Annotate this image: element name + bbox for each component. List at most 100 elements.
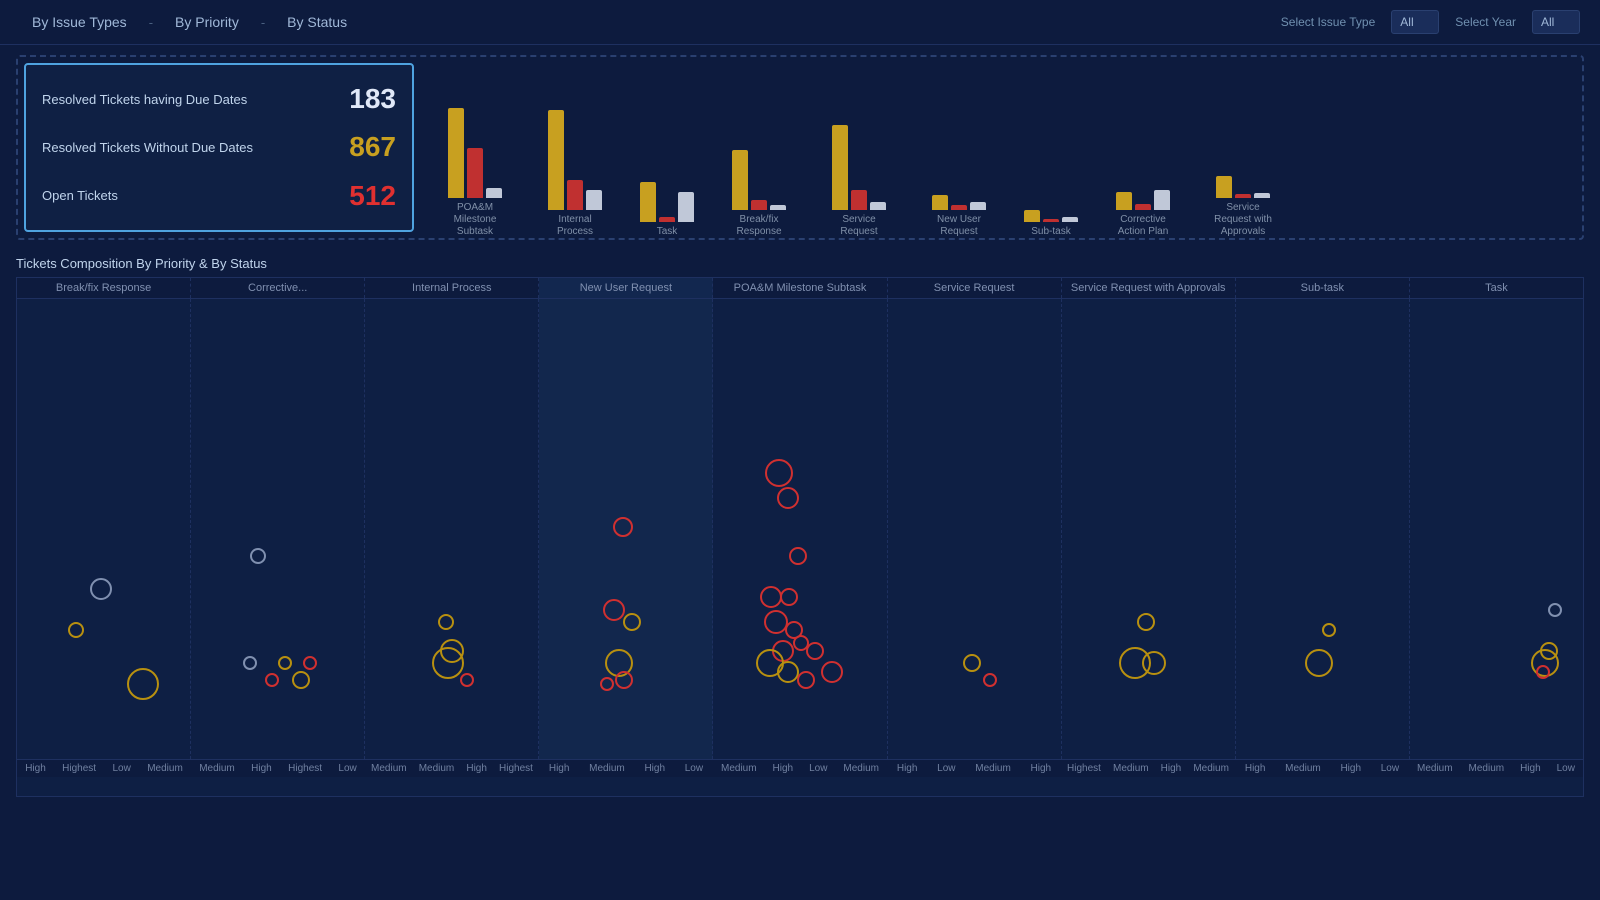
scatter-dot	[777, 661, 799, 683]
year-select[interactable]: All	[1532, 10, 1580, 34]
x-axis: HighHighestLowMediumMediumHighHighestLow…	[17, 759, 1583, 777]
x-label: Low	[809, 760, 827, 777]
bars-1	[548, 110, 602, 210]
white-bar	[770, 205, 786, 210]
open-value: 512	[349, 180, 396, 212]
bar-group-1: Internal Process	[540, 110, 610, 238]
gold-bar	[548, 110, 564, 210]
scatter-dot	[1137, 613, 1155, 631]
col-header-4: POA&M Milestone Subtask	[713, 278, 887, 298]
white-bar	[1062, 217, 1078, 222]
scatter-dot	[1540, 642, 1558, 660]
summary-row-resolved-due: Resolved Tickets having Due Dates 183	[42, 77, 396, 121]
top-section: Resolved Tickets having Due Dates 183 Re…	[16, 55, 1584, 240]
red-bar	[1135, 204, 1151, 210]
resolved-nodue-value: 867	[349, 131, 396, 163]
gold-bar	[448, 108, 464, 198]
x-axis-group-1: Medium High Highest Low	[191, 760, 365, 777]
red-bar	[567, 180, 583, 210]
x-label: Low	[1557, 760, 1575, 777]
white-bar	[486, 188, 502, 198]
x-label: Medium	[199, 760, 235, 777]
bar-label: Sub-task	[1031, 226, 1070, 238]
red-bar	[951, 205, 967, 210]
nav-separator-1: -	[149, 15, 153, 30]
x-label: Medium	[1285, 760, 1321, 777]
gold-bar	[640, 182, 656, 222]
scatter-dot	[127, 668, 159, 700]
scatter-dot	[243, 656, 257, 670]
bars-4	[832, 125, 886, 210]
x-label: Low	[338, 760, 356, 777]
bar-group-0: POA&M Milestone Subtask	[440, 108, 510, 238]
x-label: High	[549, 760, 570, 777]
scatter-dot	[90, 578, 112, 600]
red-bar	[1235, 194, 1251, 198]
white-bar	[678, 192, 694, 222]
scatter-dot	[963, 654, 981, 672]
x-label: High	[251, 760, 272, 777]
resolved-nodue-label: Resolved Tickets Without Due Dates	[42, 140, 253, 155]
scatter-dot	[765, 459, 793, 487]
bar-label: Break/fix Response	[724, 214, 794, 238]
issue-type-select[interactable]: All	[1391, 10, 1439, 34]
scatter-dot	[1536, 665, 1550, 679]
scatter-dot	[1142, 651, 1166, 675]
summary-row-resolved-nodue: Resolved Tickets Without Due Dates 867	[42, 125, 396, 169]
x-axis-group-4: MediumHighLowMedium	[713, 760, 887, 777]
top-navigation: By Issue Types - By Priority - By Status…	[0, 0, 1600, 45]
scatter-dot	[460, 673, 474, 687]
scatter-dot	[438, 614, 454, 630]
tab-by-priority[interactable]: By Priority	[163, 8, 251, 36]
scatter-dot	[292, 671, 310, 689]
x-label: Medium	[1113, 760, 1149, 777]
x-label: Medium	[589, 760, 625, 777]
col-header-3: New User Request	[539, 278, 713, 298]
col-header-6: Service Request with Approvals	[1062, 278, 1236, 298]
year-label: Select Year	[1455, 15, 1516, 29]
bar-label: POA&M Milestone Subtask	[440, 202, 510, 238]
x-label: Medium	[1193, 760, 1229, 777]
summary-row-open: Open Tickets 512	[42, 174, 396, 218]
gold-bar	[1024, 210, 1040, 222]
plot-col-7	[1236, 299, 1410, 759]
x-label: Medium	[1469, 760, 1505, 777]
white-bar	[970, 202, 986, 210]
x-label: Low	[112, 760, 130, 777]
scatter-dot	[303, 656, 317, 670]
x-label: Medium	[975, 760, 1011, 777]
x-axis-group-6: HighestMediumHighMedium	[1061, 760, 1235, 777]
scatter-plot-area	[17, 299, 1583, 759]
x-axis-group-0: HighHighestLowMedium	[17, 760, 191, 777]
x-label: Medium	[1417, 760, 1453, 777]
x-label: High	[466, 760, 487, 777]
col-header-8: Task	[1410, 278, 1583, 298]
x-label: Medium	[147, 760, 183, 777]
resolved-due-value: 183	[349, 83, 396, 115]
x-label: Medium	[419, 760, 455, 777]
tab-by-issue-types[interactable]: By Issue Types	[20, 8, 139, 36]
bar-label: Service Request	[824, 214, 894, 238]
x-label: Medium	[371, 760, 407, 777]
plot-col-5	[888, 299, 1062, 759]
white-bar	[1254, 193, 1270, 198]
bar-group-8: Service Request with Approvals	[1208, 176, 1278, 238]
x-label: Highest	[288, 760, 322, 777]
x-label: High	[644, 760, 665, 777]
bar-label: New User Request	[924, 214, 994, 238]
x-axis-group-8: Medium Medium High Low	[1409, 760, 1583, 777]
scatter-dot	[615, 671, 633, 689]
nav-separator-2: -	[261, 15, 265, 30]
bar-group-2: Task	[640, 182, 694, 238]
x-label: High	[1245, 760, 1266, 777]
scatter-section: Tickets Composition By Priority & By Sta…	[16, 252, 1584, 797]
tab-by-status[interactable]: By Status	[275, 8, 359, 36]
x-label: High	[1520, 760, 1541, 777]
bars-2	[640, 182, 694, 222]
gold-bar	[732, 150, 748, 210]
scatter-dot	[440, 639, 464, 663]
scatter-dot	[797, 671, 815, 689]
gold-bar	[1116, 192, 1132, 210]
scatter-dot	[983, 673, 997, 687]
scatter-dot	[806, 642, 824, 660]
